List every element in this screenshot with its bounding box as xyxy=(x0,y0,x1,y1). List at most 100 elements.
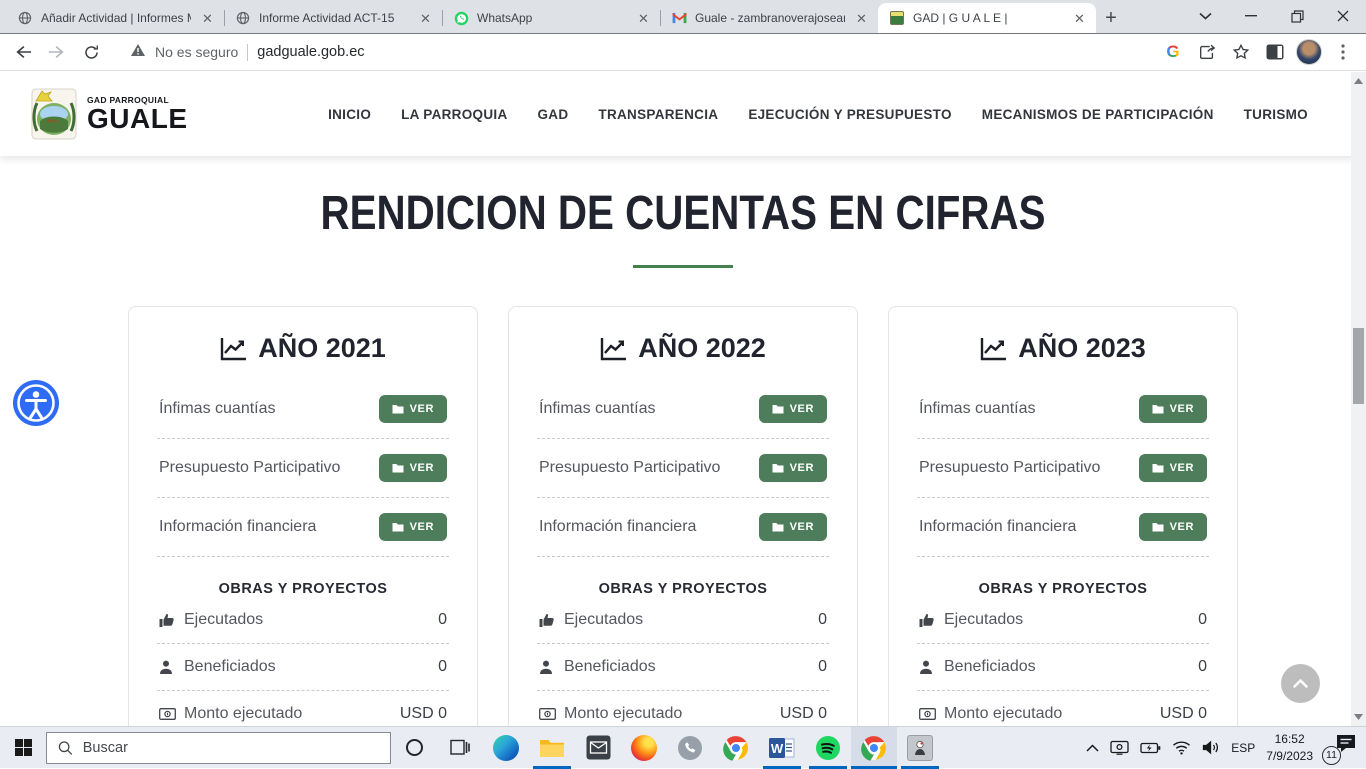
start-button[interactable] xyxy=(0,727,46,769)
taskbar-search[interactable] xyxy=(46,732,391,764)
taskbar-app-chrome[interactable] xyxy=(713,727,759,769)
browser-menu-dots-icon[interactable] xyxy=(1326,35,1360,69)
search-input[interactable] xyxy=(83,740,379,756)
tab-close-icon[interactable]: ✕ xyxy=(853,10,870,27)
tab-title: WhatsApp xyxy=(477,11,627,25)
link-label: Presupuesto Participativo xyxy=(919,459,1100,477)
windows-taskbar: W xyxy=(0,726,1366,768)
notification-center-button[interactable]: 11 xyxy=(1324,731,1358,765)
share-icon[interactable] xyxy=(1190,35,1224,69)
link-label: Presupuesto Participativo xyxy=(539,459,720,477)
cortana-button[interactable] xyxy=(391,727,437,769)
card-ano-2021: AÑO 2021 Ínfimas cuantías VER Presupuest… xyxy=(128,306,478,768)
new-tab-button[interactable]: + xyxy=(1096,3,1126,33)
card-title: AÑO 2023 xyxy=(917,333,1209,364)
ver-button[interactable]: VER xyxy=(1139,395,1207,423)
card-title: AÑO 2022 xyxy=(537,333,829,364)
notification-count-badge: 11 xyxy=(1322,746,1341,765)
tab-gad-guale-active[interactable]: GAD | G U A L E | ✕ xyxy=(878,3,1096,33)
nav-item-transparencia[interactable]: TRANSPARENCIA xyxy=(598,107,718,122)
stat-label: Ejecutados xyxy=(944,611,1023,629)
tab-close-icon[interactable]: ✕ xyxy=(417,10,434,27)
ver-button[interactable]: VER xyxy=(1139,513,1207,541)
nav-item-la-parroquia[interactable]: LA PARROQUIA xyxy=(401,107,507,122)
scrollbar-down-arrow[interactable] xyxy=(1351,710,1366,724)
thumbs-up-icon xyxy=(159,613,176,628)
ver-button[interactable]: VER xyxy=(379,513,447,541)
tray-cast-display-icon[interactable] xyxy=(1110,740,1129,755)
nav-item-gad[interactable]: GAD xyxy=(538,107,569,122)
forward-button[interactable] xyxy=(40,35,74,69)
mail-icon xyxy=(586,735,611,760)
ver-button[interactable]: VER xyxy=(379,395,447,423)
side-panel-icon[interactable] xyxy=(1258,35,1292,69)
chart-line-icon xyxy=(220,337,248,361)
security-label[interactable]: No es seguro xyxy=(155,44,238,60)
link-row-informacion: Información financiera VER xyxy=(917,498,1209,557)
task-view-button[interactable] xyxy=(437,727,483,769)
accessibility-widget-button[interactable] xyxy=(12,379,60,427)
tab-anadir-actividad[interactable]: Añadir Actividad | Informes M ✕ xyxy=(6,3,224,33)
site-logo[interactable]: GAD PARROQUIAL GUALE xyxy=(30,87,188,141)
not-secure-warning-icon[interactable] xyxy=(130,43,146,62)
tab-gmail-guale[interactable]: Guale - zambranoverajoseam ✕ xyxy=(660,3,878,33)
taskbar-app-java[interactable] xyxy=(897,727,943,769)
taskbar-app-firefox[interactable] xyxy=(621,727,667,769)
url-text[interactable]: gadguale.gob.ec xyxy=(257,44,364,60)
scrollbar-up-arrow[interactable] xyxy=(1351,74,1366,88)
ver-button[interactable]: VER xyxy=(759,454,827,482)
link-label: Información financiera xyxy=(159,518,316,536)
scrollbar-thumb[interactable] xyxy=(1353,328,1364,404)
tray-battery-charging-icon[interactable] xyxy=(1140,742,1161,754)
tab-close-icon[interactable]: ✕ xyxy=(635,10,652,27)
tab-title: Informe Actividad ACT-15 xyxy=(259,11,409,25)
reload-button[interactable] xyxy=(74,35,108,69)
minimize-button[interactable] xyxy=(1228,0,1274,32)
taskbar-app-file-explorer[interactable] xyxy=(529,727,575,769)
tab-close-icon[interactable]: ✕ xyxy=(199,10,216,27)
folder-icon xyxy=(392,404,404,414)
taskbar-app-mail[interactable] xyxy=(575,727,621,769)
bookmark-star-icon[interactable] xyxy=(1224,35,1258,69)
nav-item-turismo[interactable]: TURISMO xyxy=(1244,107,1308,122)
google-g-icon[interactable]: G xyxy=(1156,35,1190,69)
tab-title: Guale - zambranoverajoseam xyxy=(695,11,845,25)
link-label: Ínfimas cuantías xyxy=(159,400,276,418)
nav-item-inicio[interactable]: INICIO xyxy=(328,107,371,122)
card-year-label: AÑO 2022 xyxy=(638,333,766,364)
nav-item-mecanismos-participacion[interactable]: MECANISMOS DE PARTICIPACIÓN xyxy=(982,107,1214,122)
tab-close-icon[interactable]: ✕ xyxy=(1071,10,1088,27)
gad-site-favicon xyxy=(889,10,905,26)
language-indicator[interactable]: ESP xyxy=(1231,741,1255,755)
scroll-to-top-button[interactable] xyxy=(1281,664,1320,703)
profile-avatar[interactable] xyxy=(1292,35,1326,69)
taskbar-app-whatsapp[interactable] xyxy=(667,727,713,769)
tray-chevron-up-icon[interactable] xyxy=(1086,744,1099,752)
ver-button[interactable]: VER xyxy=(1139,454,1207,482)
back-button[interactable] xyxy=(6,35,40,69)
taskbar-app-word[interactable]: W xyxy=(759,727,805,769)
ver-button-label: VER xyxy=(410,521,434,533)
taskbar-clock[interactable]: 16:52 7/9/2023 xyxy=(1266,731,1313,763)
obras-proyectos-title: OBRAS Y PROYECTOS xyxy=(917,581,1209,597)
page-scrollbar[interactable] xyxy=(1351,72,1366,726)
close-window-button[interactable] xyxy=(1320,0,1366,32)
tab-informe-actividad[interactable]: Informe Actividad ACT-15 ✕ xyxy=(224,3,442,33)
restore-button[interactable] xyxy=(1274,0,1320,32)
taskbar-app-chrome-active[interactable] xyxy=(851,727,897,769)
nav-item-ejecucion-presupuesto[interactable]: EJECUCIÓN Y PRESUPUESTO xyxy=(748,107,951,122)
tab-whatsapp[interactable]: WhatsApp ✕ xyxy=(442,3,660,33)
link-row-infimas: Ínfimas cuantías VER xyxy=(537,380,829,439)
word-icon: W xyxy=(769,736,795,760)
tray-wifi-icon[interactable] xyxy=(1172,740,1191,755)
taskbar-app-spotify[interactable] xyxy=(805,727,851,769)
stat-label: Monto ejecutado xyxy=(944,705,1062,723)
address-bar[interactable]: No es seguro gadguale.gob.ec xyxy=(116,37,1148,67)
tab-search-chevron-icon[interactable] xyxy=(1182,0,1228,32)
ver-button[interactable]: VER xyxy=(759,513,827,541)
tray-volume-icon[interactable] xyxy=(1202,740,1220,755)
ver-button[interactable]: VER xyxy=(759,395,827,423)
page-viewport: GAD PARROQUIAL GUALE INICIO LA PARROQUIA… xyxy=(0,72,1366,768)
taskbar-app-edge[interactable] xyxy=(483,727,529,769)
ver-button[interactable]: VER xyxy=(379,454,447,482)
